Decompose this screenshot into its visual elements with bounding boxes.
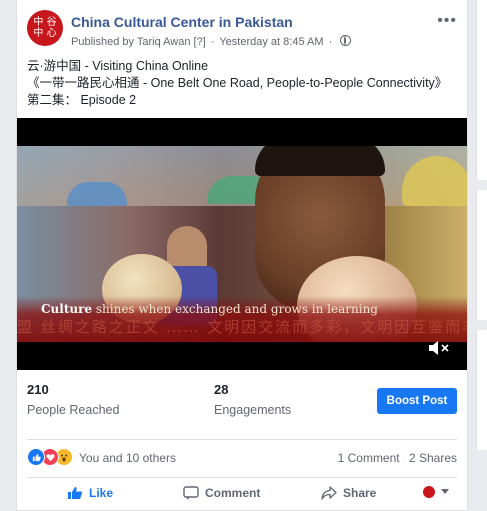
- separator: ·: [328, 36, 333, 48]
- engagements-label: Engagements: [214, 403, 292, 417]
- post-meta: Published by Tariq Awan [?] · Yesterday …: [71, 35, 352, 48]
- people-reached-stat[interactable]: 210 People Reached: [27, 382, 119, 417]
- page-name-link[interactable]: China Cultural Center in Pakistan: [71, 14, 293, 30]
- comment-label: Comment: [205, 486, 261, 500]
- divider: [27, 439, 457, 440]
- video-background-text: 盟 丝绸之路之正文 …… 文明因交流而多彩，文明因互鉴而丰富 …… 知之义尊于瀚…: [17, 318, 467, 336]
- reaction-icons[interactable]: [27, 448, 77, 466]
- right-column-card: [476, 0, 487, 180]
- comment-button[interactable]: Comment: [183, 486, 260, 500]
- engagements-stat[interactable]: 28 Engagements: [214, 382, 291, 417]
- help-marker[interactable]: [?]: [194, 36, 206, 48]
- post-text: 云·游中国 - Visiting China Online 《一带一路民心相通 …: [27, 58, 459, 109]
- post-actions: Like Comment Share: [27, 486, 457, 510]
- share-label: Share: [343, 486, 377, 500]
- like-icon: [27, 448, 45, 466]
- share-button[interactable]: Share: [321, 486, 376, 500]
- divider: [27, 477, 457, 478]
- people-reached-value: 210: [27, 382, 49, 397]
- timestamp-link[interactable]: Yesterday at 8:45 AM: [219, 36, 323, 48]
- post-text-line: 云·游中国 - Visiting China Online: [27, 59, 209, 73]
- reactions-row: You and 10 others 1 Comment 2 Shares: [27, 446, 457, 470]
- video-player[interactable]: 盟 丝绸之路之正文 …… 文明因交流而多彩，文明因互鉴而丰富 …… 知之义尊于瀚…: [17, 118, 467, 370]
- subtitle-highlight: Culture: [41, 302, 93, 316]
- shares-count-link[interactable]: 2 Shares: [409, 451, 457, 465]
- video-subtitle: Culture shines when exchanged and grows …: [41, 302, 378, 316]
- post-text-line: 第二集： Episode 2: [27, 93, 137, 107]
- right-column-card: [476, 330, 487, 450]
- more-options-icon[interactable]: •••: [437, 12, 457, 30]
- published-by[interactable]: Published by Tariq Awan: [71, 36, 190, 48]
- like-label: Like: [89, 486, 114, 500]
- like-button[interactable]: Like: [67, 486, 113, 500]
- subtitle-text: shines when exchanged and grows in learn…: [92, 302, 378, 316]
- boost-post-button[interactable]: Boost Post: [377, 388, 457, 414]
- page-avatar[interactable]: 中 谷 中 心: [27, 10, 63, 46]
- counts: 1 Comment 2 Shares: [338, 451, 457, 465]
- post-header: 中 谷 中 心 China Cultural Center in Pakista…: [27, 10, 457, 54]
- page-avatar-small-icon: [423, 486, 435, 498]
- share-icon: [321, 486, 337, 500]
- avatar-logo-text: 中 谷: [33, 17, 57, 28]
- people-reached-label: People Reached: [27, 403, 120, 417]
- engagements-value: 28: [214, 382, 229, 397]
- post-text-line: 《一带一路民心相通 - One Belt One Road, People-to…: [27, 76, 448, 90]
- audience-selector[interactable]: [423, 486, 449, 498]
- video-scene-element: [67, 182, 127, 206]
- avatar-logo-text: 中 心: [33, 28, 57, 39]
- post-insights: 210 People Reached 28 Engagements Boost …: [27, 382, 457, 432]
- reactions-summary-link[interactable]: You and 10 others: [79, 451, 176, 465]
- comments-count-link[interactable]: 1 Comment: [338, 451, 400, 465]
- right-column-card: [476, 190, 487, 320]
- thumbs-up-icon: [68, 487, 83, 499]
- separator: ·: [210, 36, 215, 48]
- globe-icon[interactable]: [340, 35, 352, 46]
- speaker-muted-icon[interactable]: [427, 340, 451, 356]
- chevron-down-icon: [441, 489, 449, 494]
- video-frame[interactable]: 盟 丝绸之路之正文 …… 文明因交流而多彩，文明因互鉴而丰富 …… 知之义尊于瀚…: [17, 146, 467, 342]
- post-card: 中 谷 中 心 China Cultural Center in Pakista…: [16, 0, 468, 511]
- comment-icon: [183, 486, 199, 500]
- video-scene-element: [255, 146, 385, 176]
